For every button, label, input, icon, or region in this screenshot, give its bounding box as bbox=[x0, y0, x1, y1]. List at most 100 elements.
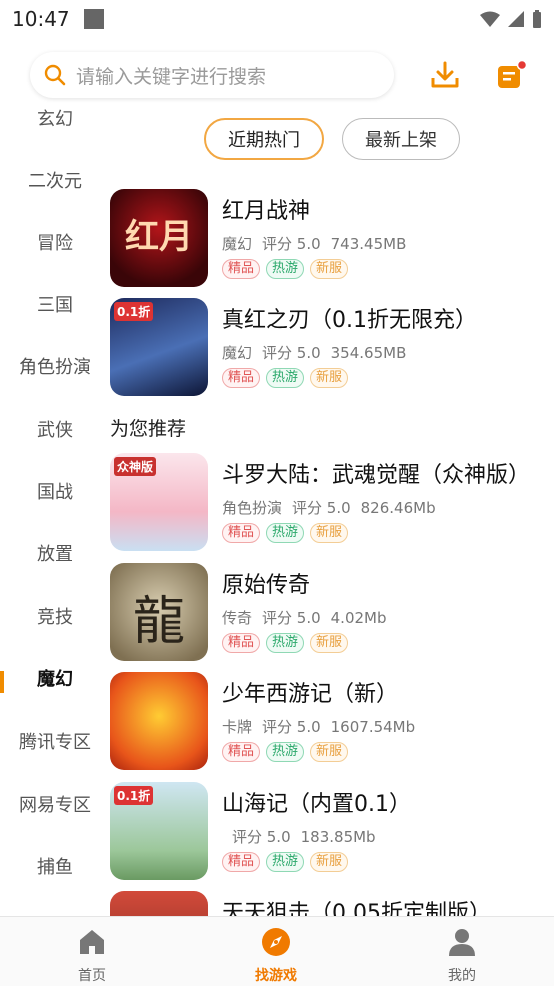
game-tags: 精品 热游 新服 bbox=[222, 259, 349, 279]
game-tags: 精品 热游 新服 bbox=[222, 633, 349, 653]
game-icon-text: 众神版 bbox=[114, 457, 157, 476]
game-rating: 评分 5.0 bbox=[292, 499, 351, 517]
sidebar-item-wuxia[interactable]: 武侠 bbox=[0, 411, 110, 451]
game-item[interactable]: 0.1折 山海记（内置0.1） 评分 5.0 183.85Mb 精品 热游 新服 bbox=[110, 782, 550, 880]
search-placeholder: 请输入关键字进行搜索 bbox=[76, 65, 267, 88]
game-tags: 精品 热游 新服 bbox=[222, 368, 349, 388]
sidebar-item-sanguo[interactable]: 三国 bbox=[0, 286, 110, 326]
sidebar-item-buyu[interactable]: 捕鱼 bbox=[0, 848, 110, 888]
game-item[interactable]: 0.1折 真红之刃（0.1折无限充） 魔幻 评分 5.0 354.65MB 精品 热… bbox=[110, 298, 550, 396]
tag-xinfu: 新服 bbox=[310, 523, 349, 543]
nav-home[interactable]: 首页 bbox=[32, 917, 152, 986]
tab-newest[interactable]: 最新上架 bbox=[342, 118, 460, 160]
game-item[interactable]: 少年西游记（新） 卡牌 评分 5.0 1607.54Mb 精品 热游 新服 bbox=[110, 672, 550, 770]
game-meta: 卡牌 评分 5.0 1607.54Mb bbox=[222, 716, 425, 737]
nav-mine[interactable]: 我的 bbox=[402, 917, 522, 986]
game-icon bbox=[110, 672, 208, 770]
game-tags: 精品 热游 新服 bbox=[222, 852, 349, 872]
tag-reyou: 热游 bbox=[266, 742, 305, 762]
tag-reyou: 热游 bbox=[266, 523, 305, 543]
game-category: 角色扮演 bbox=[222, 499, 283, 517]
game-icon: 0.1折 bbox=[110, 298, 208, 396]
game-name: 真红之刃（0.1折无限充） bbox=[222, 308, 477, 333]
tag-jingpin: 精品 bbox=[222, 523, 261, 543]
game-rating: 评分 5.0 bbox=[232, 828, 291, 846]
game-name: 少年西游记（新） bbox=[222, 682, 399, 707]
signal-icon bbox=[508, 11, 524, 27]
game-icon-text: 龍 bbox=[132, 592, 185, 652]
category-sidebar: 玄幻 二次元 冒险 三国 角色扮演 武侠 国战 放置 竞技 魔幻 腾讯专区 网易… bbox=[0, 90, 110, 910]
game-meta: 传奇 评分 5.0 4.02Mb bbox=[222, 607, 397, 628]
user-icon bbox=[449, 929, 475, 956]
game-name: 红月战神 bbox=[222, 199, 311, 224]
sidebar-active-indicator bbox=[0, 671, 4, 693]
game-meta: 魔幻 评分 5.0 354.65MB bbox=[222, 342, 416, 363]
game-size: 4.02Mb bbox=[330, 609, 387, 627]
tag-jingpin: 精品 bbox=[222, 633, 261, 653]
game-category: 传奇 bbox=[222, 609, 253, 627]
tag-jingpin: 精品 bbox=[222, 259, 261, 279]
sidebar-item-xuanhuan[interactable]: 玄幻 bbox=[0, 100, 110, 140]
status-time: 10:47 bbox=[12, 7, 70, 31]
game-rating: 评分 5.0 bbox=[262, 344, 321, 362]
battery-icon bbox=[533, 10, 541, 28]
game-icon: 众神版 bbox=[110, 453, 208, 551]
sidebar-item-jingji[interactable]: 竞技 bbox=[0, 598, 110, 638]
sidebar-item-mohuan[interactable]: 魔幻 bbox=[0, 660, 110, 700]
sidebar-item-guozhan[interactable]: 国战 bbox=[0, 473, 110, 513]
game-item[interactable]: 众神版 斗罗大陆：武魂觉醒（众神版） 角色扮演 评分 5.0 826.46Mb 精品… bbox=[110, 453, 550, 551]
sidebar-item-rpg[interactable]: 角色扮演 bbox=[0, 348, 110, 388]
download-icon[interactable] bbox=[430, 60, 460, 90]
tag-reyou: 热游 bbox=[266, 368, 305, 388]
sidebar-item-tencent[interactable]: 腾讯专区 bbox=[0, 723, 110, 763]
sidebar-item-netease[interactable]: 网易专区 bbox=[0, 786, 110, 826]
tag-reyou: 热游 bbox=[266, 852, 305, 872]
tag-xinfu: 新服 bbox=[310, 368, 349, 388]
game-icon: 红月 bbox=[110, 189, 208, 287]
tag-reyou: 热游 bbox=[266, 259, 305, 279]
status-bar: 10:47 bbox=[0, 0, 554, 38]
game-rating: 评分 5.0 bbox=[262, 235, 321, 253]
game-meta: 魔幻 评分 5.0 743.45MB bbox=[222, 233, 416, 254]
game-size: 354.65MB bbox=[330, 344, 407, 362]
compass-icon bbox=[262, 928, 290, 956]
game-icon-text: 0.1折 bbox=[114, 786, 154, 805]
nav-find-games-label: 找游戏 bbox=[255, 968, 297, 984]
game-category: 魔幻 bbox=[222, 235, 253, 253]
game-category: 卡牌 bbox=[222, 718, 253, 736]
wifi-icon bbox=[480, 11, 500, 27]
notification-icon bbox=[83, 9, 104, 29]
game-rating: 评分 5.0 bbox=[262, 609, 321, 627]
game-icon: 龍 bbox=[110, 563, 208, 661]
section-title-recommend: 为您推荐 bbox=[110, 418, 187, 440]
game-name: 原始传奇 bbox=[222, 573, 311, 598]
tag-xinfu: 新服 bbox=[310, 852, 349, 872]
sidebar-item-erciyuan[interactable]: 二次元 bbox=[0, 162, 110, 202]
game-name: 斗罗大陆：武魂觉醒（众神版） bbox=[222, 463, 531, 488]
game-icon-text: 0.1折 bbox=[114, 302, 154, 321]
game-item[interactable]: 龍 原始传奇 传奇 评分 5.0 4.02Mb 精品 热游 新服 bbox=[110, 563, 550, 661]
message-icon[interactable] bbox=[494, 58, 528, 92]
game-item[interactable]: 红月 红月战神 魔幻 评分 5.0 743.45MB 精品 热游 新服 bbox=[110, 189, 550, 287]
game-name: 山海记（内置0.1） bbox=[222, 792, 411, 817]
game-size: 743.45MB bbox=[330, 235, 407, 253]
nav-mine-label: 我的 bbox=[448, 968, 476, 984]
game-meta: 评分 5.0 183.85Mb bbox=[232, 826, 386, 847]
tag-xinfu: 新服 bbox=[310, 259, 349, 279]
sidebar-item-maoxian[interactable]: 冒险 bbox=[0, 224, 110, 264]
game-size: 1607.54Mb bbox=[330, 718, 416, 736]
home-icon bbox=[80, 930, 104, 954]
tag-reyou: 热游 bbox=[266, 633, 305, 653]
tag-xinfu: 新服 bbox=[310, 633, 349, 653]
tag-jingpin: 精品 bbox=[222, 742, 261, 762]
search-icon bbox=[44, 64, 66, 86]
game-size: 183.85Mb bbox=[300, 828, 376, 846]
nav-find-games[interactable]: 找游戏 bbox=[216, 917, 336, 986]
sidebar-item-fangzhi[interactable]: 放置 bbox=[0, 535, 110, 575]
tab-recent-hot[interactable]: 近期热门 bbox=[204, 118, 324, 160]
game-rating: 评分 5.0 bbox=[262, 718, 321, 736]
game-tags: 精品 热游 新服 bbox=[222, 523, 349, 543]
game-tags: 精品 热游 新服 bbox=[222, 742, 349, 762]
game-icon: 0.1折 bbox=[110, 782, 208, 880]
tag-jingpin: 精品 bbox=[222, 852, 261, 872]
